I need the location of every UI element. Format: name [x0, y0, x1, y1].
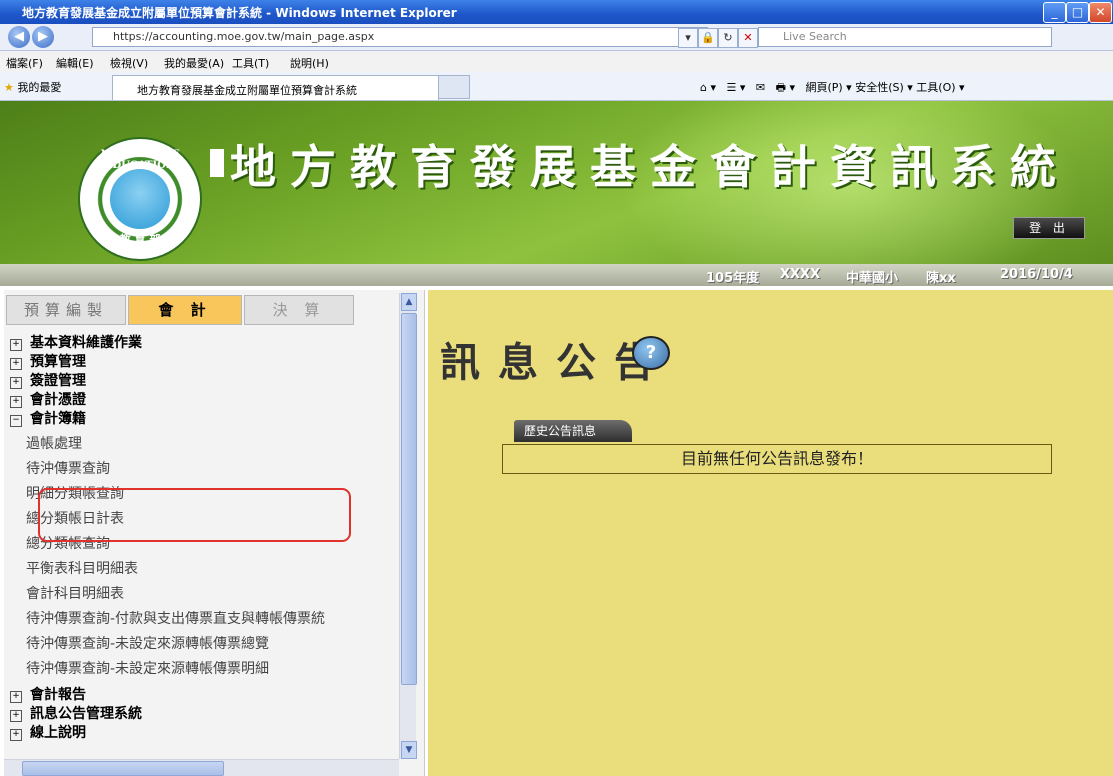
- scroll-thumb[interactable]: [401, 313, 417, 685]
- menu-view[interactable]: 檢視(V): [110, 55, 148, 71]
- expand-icon: +: [10, 339, 22, 351]
- expand-icon: +: [10, 377, 22, 389]
- tree-item-basic-data[interactable]: + 基本資料維護作業: [10, 332, 142, 352]
- close-button[interactable]: ✕: [1089, 2, 1112, 23]
- favorites-bar: ★ 我的最愛 地方教育發展基金成立附屬單位預算會計系統 ⌂ ▾ ☰ ▾ ✉ 🖶 …: [0, 72, 1113, 101]
- tree-item-online-help[interactable]: + 線上說明: [10, 722, 86, 742]
- menu-item-pending-unset-overview[interactable]: 待沖傳票查詢-未設定來源轉帳傳票總覽: [26, 633, 269, 653]
- question-bubble-icon: ?: [632, 336, 670, 370]
- logo-ring-bottom: 教 育 部: [119, 233, 161, 246]
- menu-item-balance-sheet-detail[interactable]: 平衡表科目明細表: [26, 558, 138, 578]
- window-titlebar: 地方教育發展基金成立附屬單位預算會計系統 - Windows Internet …: [0, 0, 1113, 24]
- minimize-button[interactable]: _: [1043, 2, 1066, 23]
- status-strip: 105年度 XXXX 中華國小 陳xx 2016/10/4: [0, 264, 1113, 286]
- menu-bar: 檔案(F) 編輯(E) 檢視(V) 我的最愛(A) 工具(T) 說明(H): [0, 51, 1113, 73]
- menu-edit[interactable]: 編輯(E): [56, 55, 94, 71]
- sidebar-vertical-scrollbar[interactable]: ▲ ▼: [399, 293, 417, 759]
- tree-item-label: 預算管理: [30, 354, 86, 370]
- tree-item-ledgers[interactable]: − 會計簿籍: [10, 408, 86, 428]
- back-button[interactable]: ◀: [8, 26, 30, 48]
- logout-button[interactable]: 登 出: [1013, 217, 1085, 239]
- favorites-label: 我的最愛: [17, 81, 62, 94]
- hscroll-thumb[interactable]: [22, 761, 224, 776]
- star-icon: ★: [4, 81, 14, 94]
- tab-final-accounts[interactable]: 決 算: [244, 295, 354, 325]
- url-text: https://accounting.moe.gov.tw/main_page.…: [113, 30, 375, 43]
- tree-item-label: 會計簿籍: [30, 411, 86, 427]
- expand-icon: +: [10, 710, 22, 722]
- menu-item-pending-vouchers[interactable]: 待沖傳票查詢: [26, 458, 110, 478]
- menu-item-account-detail[interactable]: 會計科目明細表: [26, 583, 124, 603]
- status-year: 105年度: [706, 271, 760, 286]
- expand-icon: +: [10, 396, 22, 408]
- highlight-annotation: [38, 488, 351, 542]
- main-content: 訊息公告 ? 歷史公告訊息 目前無任何公告訊息發布！: [428, 290, 1113, 776]
- scroll-down-icon[interactable]: ▼: [401, 741, 417, 759]
- new-tab-button[interactable]: [438, 75, 470, 99]
- menu-help[interactable]: 說明(H): [290, 55, 329, 71]
- maximize-button[interactable]: □: [1066, 2, 1089, 23]
- tab-budget[interactable]: 預算編製: [6, 295, 126, 325]
- stop-icon[interactable]: ✕: [738, 28, 758, 48]
- scroll-up-icon[interactable]: ▲: [401, 293, 417, 311]
- tree-item-label: 簽證管理: [30, 373, 86, 389]
- expand-icon: +: [10, 691, 22, 703]
- tab-accounting[interactable]: 會 計: [128, 295, 242, 325]
- tree-item-label: 會計憑證: [30, 392, 86, 408]
- menu-favorites[interactable]: 我的最愛(A): [164, 55, 224, 71]
- title-mark-icon: [210, 149, 224, 177]
- menu-file[interactable]: 檔案(F): [6, 55, 43, 71]
- browser-tab[interactable]: 地方教育發展基金成立附屬單位預算會計系統: [112, 75, 439, 100]
- tab-title: 地方教育發展基金成立附屬單位預算會計系統: [137, 84, 357, 97]
- logo-ring-text: MINISTRY OF EDUCATION: [100, 149, 180, 171]
- tree-item-label: 訊息公告管理系統: [30, 706, 142, 722]
- system-title-text: 地方教育發展基金會計資訊系統: [230, 140, 1070, 194]
- favorites-button[interactable]: ★ 我的最愛: [4, 79, 61, 95]
- search-input[interactable]: Live Search: [758, 27, 1052, 47]
- header-banner: MINISTRY OF EDUCATION 教 育 部 地方教育發展基金會計資訊…: [0, 101, 1113, 264]
- command-bar[interactable]: ⌂ ▾ ☰ ▾ ✉ 🖶 ▾ 網頁(P) ▾ 安全性(S) ▾ 工具(O) ▾: [700, 79, 965, 98]
- logo-emblem: [110, 169, 170, 229]
- url-input[interactable]: https://accounting.moe.gov.tw/main_page.…: [92, 27, 708, 47]
- tree-item-vouchers[interactable]: + 會計憑證: [10, 389, 86, 409]
- announcement-message: 目前無任何公告訊息發布！: [502, 444, 1052, 474]
- history-announcements-tab[interactable]: 歷史公告訊息: [514, 420, 632, 442]
- address-bar: ◀ ▶ https://accounting.moe.gov.tw/main_p…: [0, 24, 1113, 51]
- menu-item-pending-payment[interactable]: 待沖傳票查詢-付款與支出傳票直支與轉帳傳票統: [26, 608, 325, 628]
- dropdown-icon[interactable]: ▾: [678, 28, 698, 48]
- tree-item-label: 基本資料維護作業: [30, 335, 142, 351]
- status-date: 2016/10/4: [1000, 267, 1073, 282]
- sidebar-horizontal-scrollbar[interactable]: [4, 759, 399, 776]
- lock-icon[interactable]: 🔒: [698, 28, 718, 48]
- forward-button[interactable]: ▶: [32, 26, 54, 48]
- tree-item-label: 線上說明: [30, 725, 86, 741]
- ministry-logo: MINISTRY OF EDUCATION 教 育 部: [78, 137, 202, 261]
- expand-icon: +: [10, 729, 22, 741]
- tree-item-budget[interactable]: + 預算管理: [10, 351, 86, 371]
- menu-item-posting[interactable]: 過帳處理: [26, 433, 82, 453]
- refresh-icon[interactable]: ↻: [718, 28, 738, 48]
- menu-item-pending-unset-detail[interactable]: 待沖傳票查詢-未設定來源轉帳傳票明細: [26, 658, 269, 678]
- menu-tools[interactable]: 工具(T): [232, 55, 269, 71]
- status-user: 陳xx: [926, 271, 956, 286]
- command-bar-labels: 網頁(P) ▾ 安全性(S) ▾ 工具(O) ▾: [805, 81, 965, 94]
- tree-item-reports[interactable]: + 會計報告: [10, 684, 86, 704]
- status-code: XXXX: [780, 267, 821, 282]
- status-unit: 中華國小: [846, 271, 899, 286]
- system-title: 地方教育發展基金會計資訊系統: [210, 131, 1070, 197]
- window-title: 地方教育發展基金成立附屬單位預算會計系統 - Windows Internet …: [22, 6, 457, 20]
- tree-item-label: 會計報告: [30, 687, 86, 703]
- expand-icon: +: [10, 358, 22, 370]
- tree-item-certification[interactable]: + 簽證管理: [10, 370, 86, 390]
- search-placeholder: Live Search: [783, 30, 847, 43]
- collapse-icon: −: [10, 415, 22, 427]
- tree-item-announcements-admin[interactable]: + 訊息公告管理系統: [10, 703, 142, 723]
